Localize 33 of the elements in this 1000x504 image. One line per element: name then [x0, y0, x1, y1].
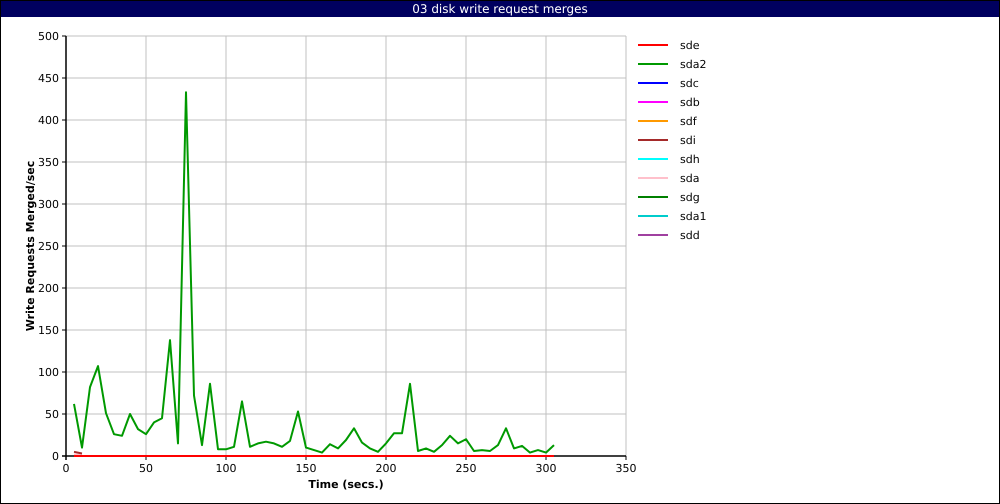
tick-label: 400 [38, 114, 59, 127]
tick-label: 250 [456, 462, 476, 475]
tick-label: 300 [38, 198, 59, 211]
tick-label: 450 [38, 72, 59, 85]
tick-label: 200 [376, 462, 396, 475]
tick-label: 100 [38, 366, 59, 379]
legend-label: sdg [680, 191, 700, 204]
legend-label: sdf [680, 115, 697, 128]
tick-label: 100 [216, 462, 236, 475]
legend-label: sde [680, 39, 700, 52]
legend-label: sdi [680, 134, 696, 147]
legend-label: sda [680, 172, 700, 185]
tick-label: 250 [38, 240, 59, 253]
tick-label: 50 [139, 462, 153, 475]
tick-label: 200 [38, 282, 59, 295]
legend-label: sdb [680, 96, 700, 109]
tick-label: 350 [616, 462, 636, 475]
legend-label: sda2 [680, 58, 706, 71]
axis-title: Time (secs.) [308, 478, 384, 491]
legend-label: sda1 [680, 210, 706, 223]
legend-label: sdc [680, 77, 699, 90]
axis-title: Write Requests Merged/sec [24, 160, 37, 332]
tick-label: 50 [45, 408, 59, 421]
tick-label: 300 [536, 462, 556, 475]
window-title: 03 disk write request merges [412, 2, 588, 16]
tick-label: 500 [38, 30, 59, 43]
legend-label: sdd [680, 229, 700, 242]
tick-label: 350 [38, 156, 59, 169]
tick-label: 0 [52, 450, 59, 463]
tick-label: 150 [38, 324, 59, 337]
tick-label: 0 [62, 462, 70, 475]
legend-label: sdh [680, 153, 700, 166]
tick-label: 150 [296, 462, 316, 475]
